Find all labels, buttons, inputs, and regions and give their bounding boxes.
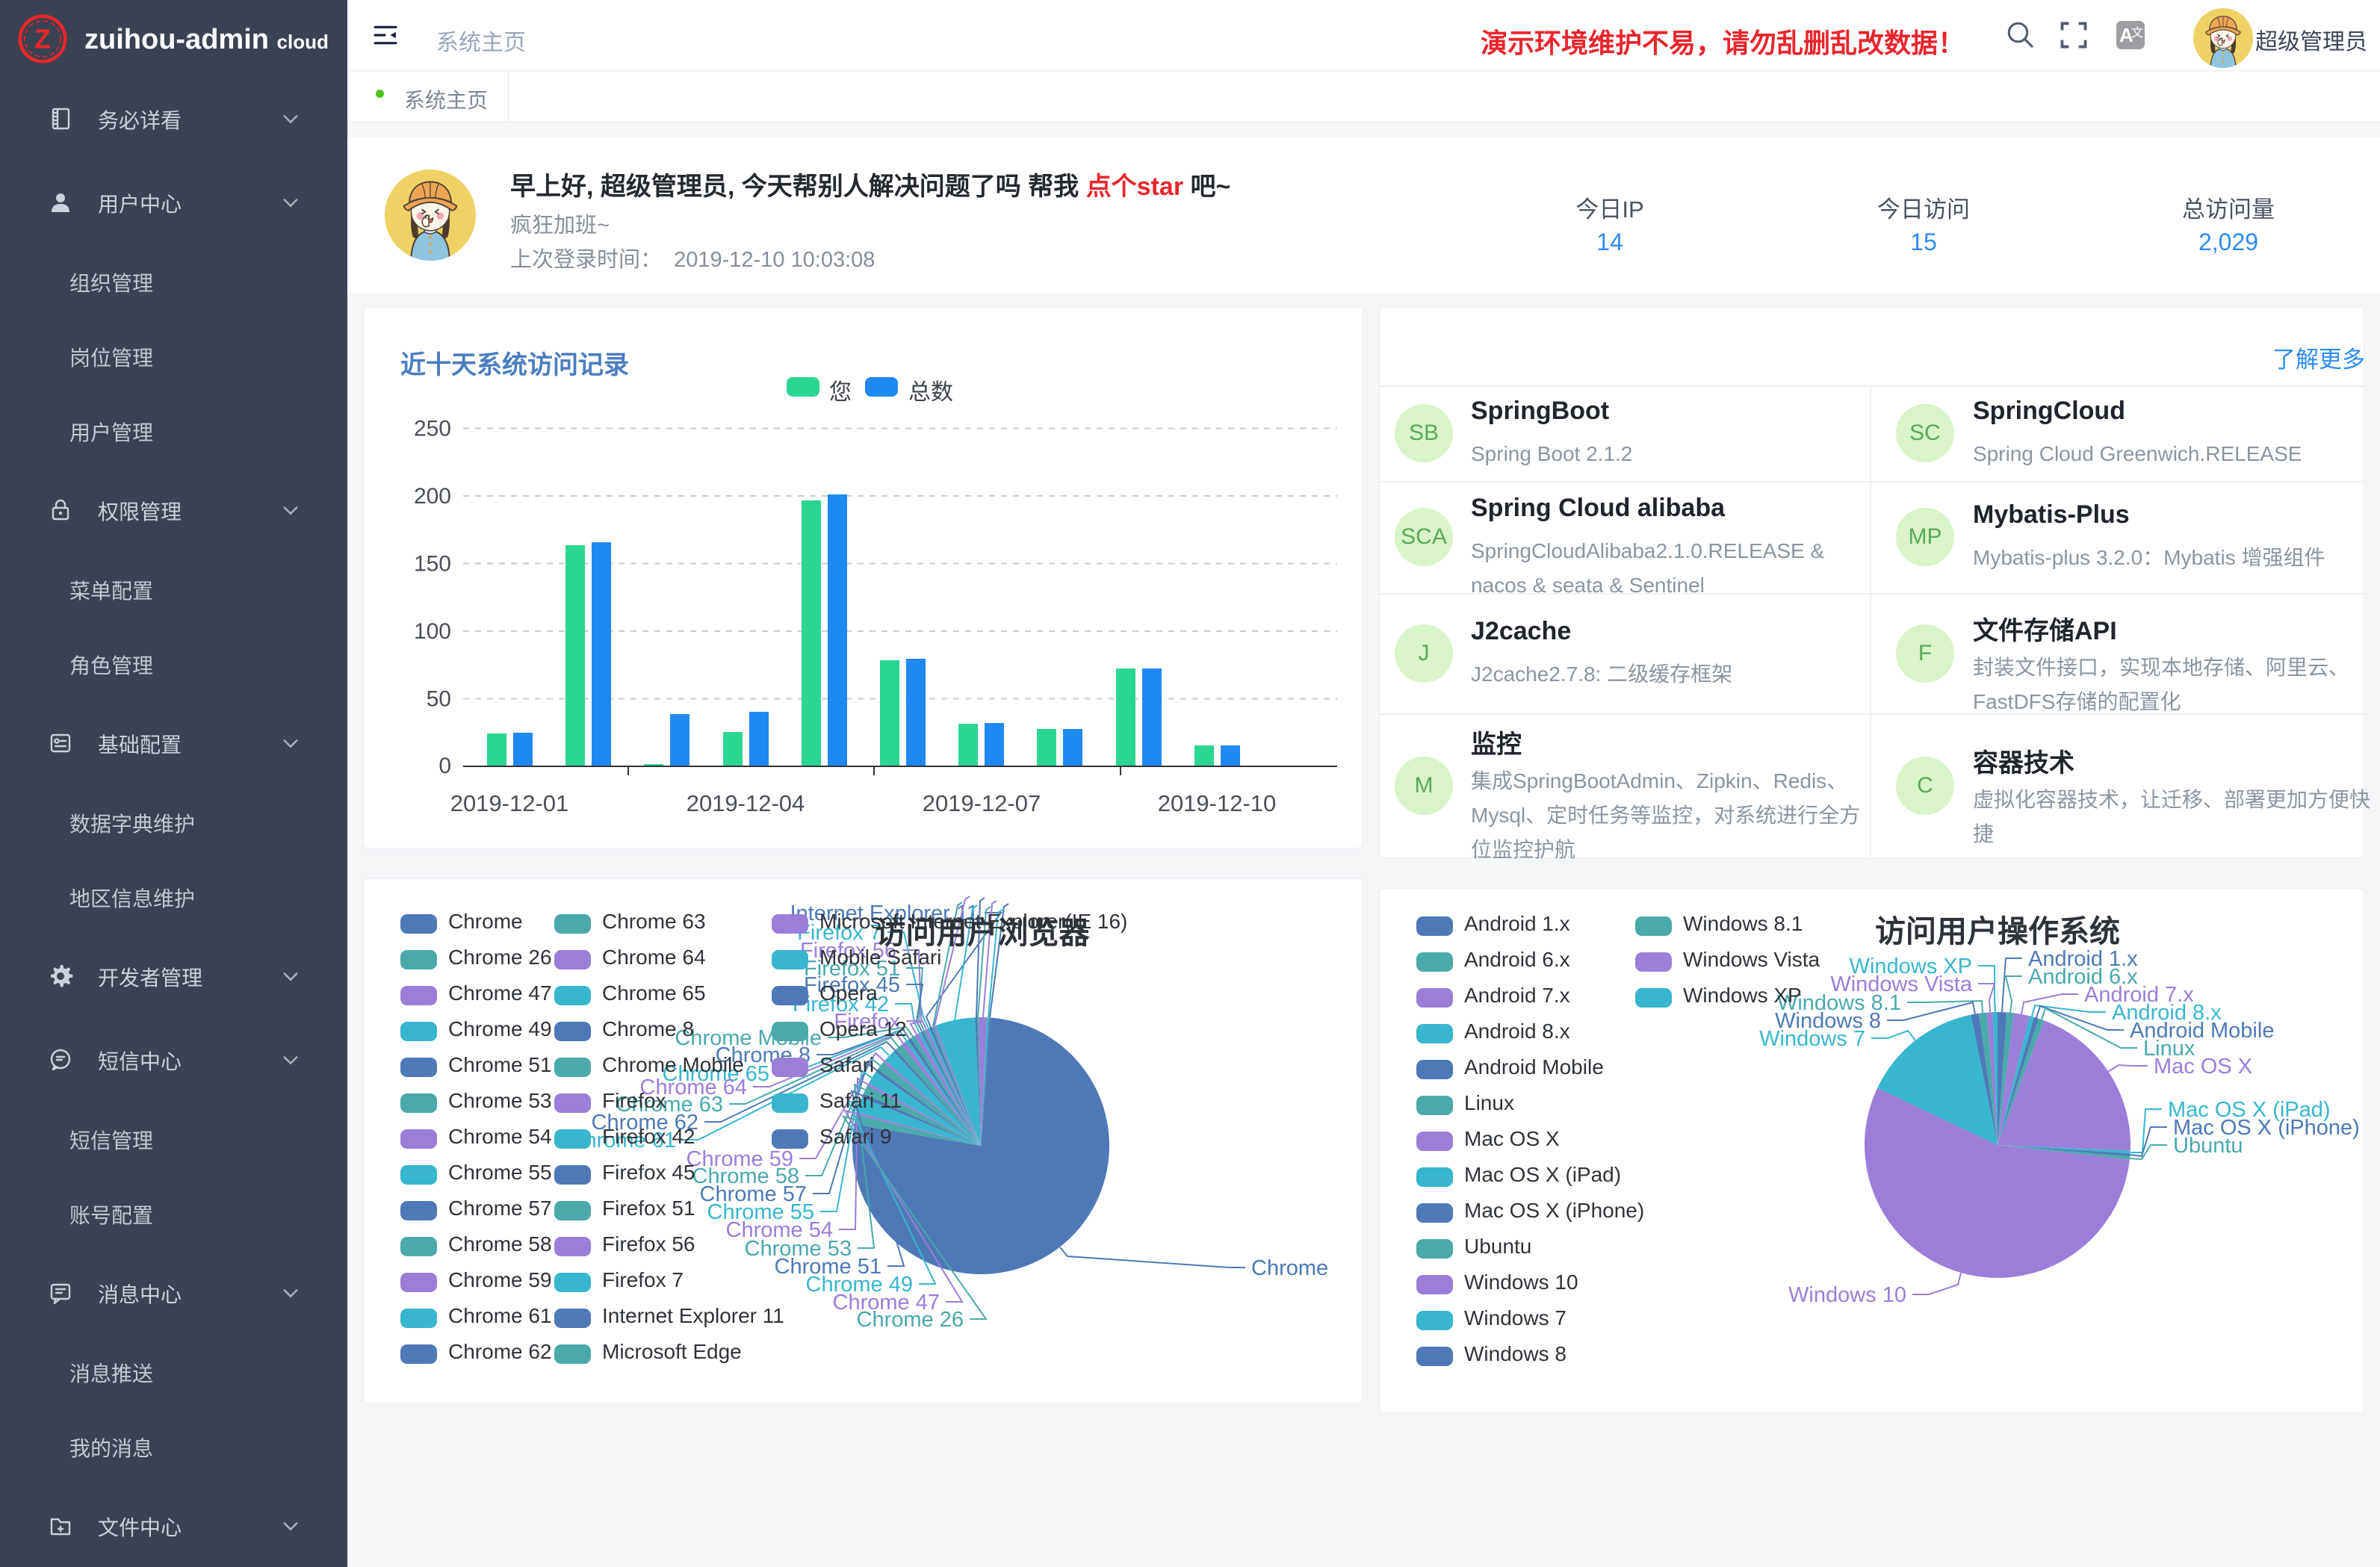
svg-text:Z: Z [34, 24, 51, 54]
